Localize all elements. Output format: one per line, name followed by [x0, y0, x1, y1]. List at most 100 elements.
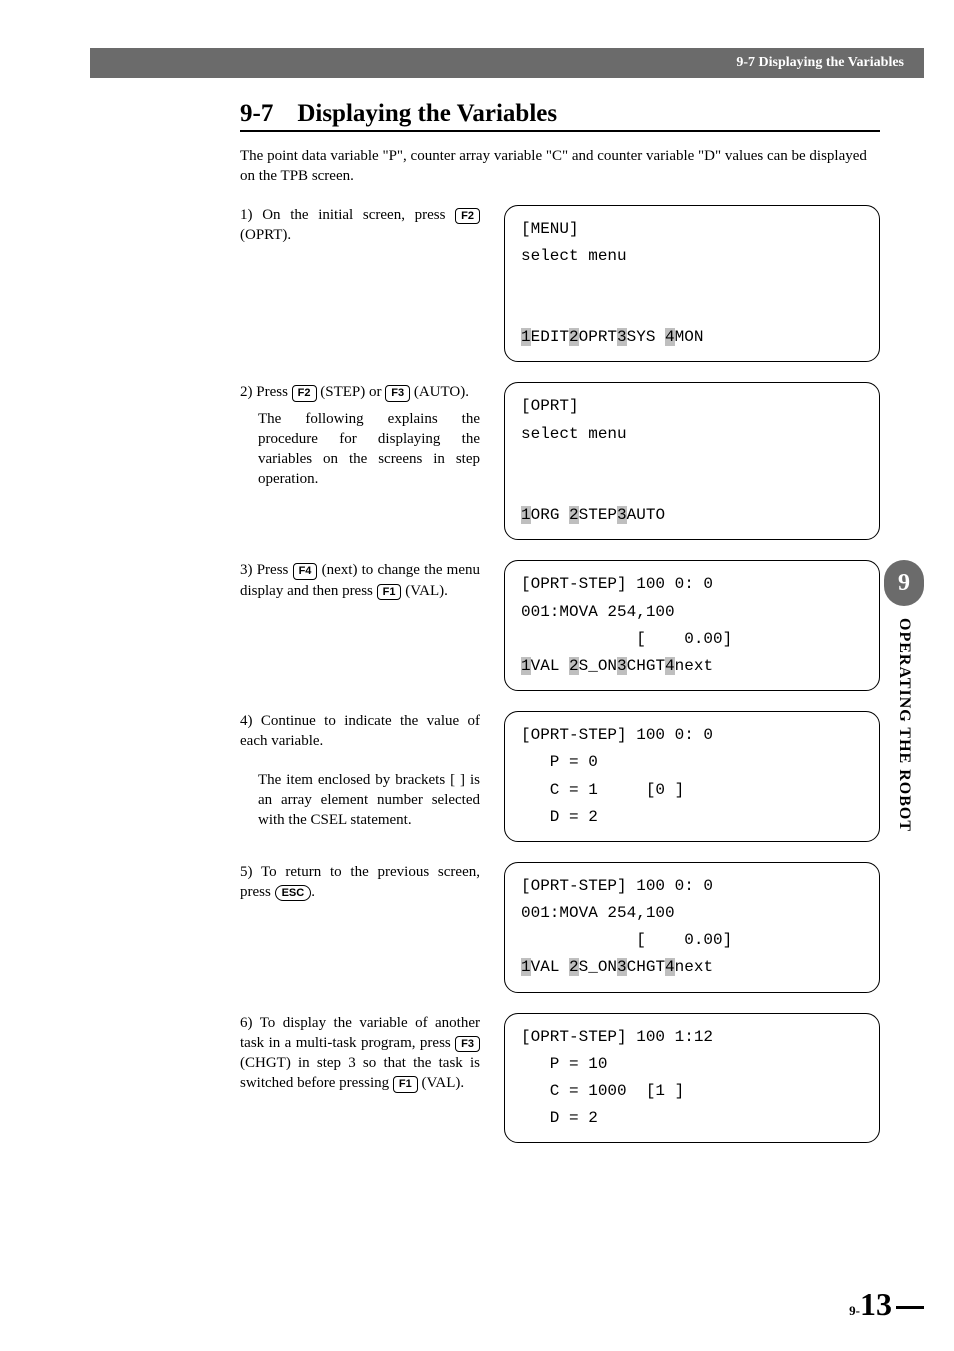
sc3-key-2: 2: [569, 657, 579, 675]
step-3-pre: Press: [257, 562, 293, 578]
sc6-l4: D = 2: [521, 1109, 598, 1127]
sc5-l3: [ 0.00]: [521, 931, 732, 949]
step-3: 3) Press F4 (next) to change the menu di…: [240, 560, 880, 691]
step-3-text: 3) Press F4 (next) to change the menu di…: [240, 560, 480, 601]
screen-oprt-step-2: [OPRT-STEP] 100 0: 0 P = 0 C = 1 [0 ] D …: [504, 711, 880, 842]
step-2-mid1: (STEP) or: [317, 384, 386, 400]
screen-menu-l2: select menu: [521, 247, 627, 265]
section-title: 9-7 Displaying the Variables: [240, 100, 880, 132]
f1-key: F1: [377, 584, 402, 600]
sc3-l2: 001:MOVA 254,100: [521, 603, 675, 621]
f2-key: F2: [292, 385, 317, 401]
esc-key: ESC: [275, 885, 312, 901]
sc3-key-4: 4: [665, 657, 675, 675]
screen-oprt-step-1: [OPRT-STEP] 100 0: 0 001:MOVA 254,100 [ …: [504, 560, 880, 691]
sc5-l2: 001:MOVA 254,100: [521, 904, 675, 922]
step-6: 6) To display the variable of another ta…: [240, 1013, 880, 1144]
f4-key: F4: [293, 563, 318, 579]
sc3-key-3: 3: [617, 657, 627, 675]
step-1-pre: On the initial screen, press: [262, 207, 455, 223]
sc5-key-1: 1: [521, 958, 531, 976]
screen-oprt: [OPRT] select menu 1ORG 2STEP3AUTO: [504, 382, 880, 540]
intro-text: The point data variable "P", counter arr…: [240, 146, 880, 187]
step-5-number: 5): [240, 864, 253, 880]
oprt-auto: AUTO: [627, 506, 665, 524]
oprt-key-1: 1: [521, 506, 531, 524]
step-4-text: 4) Continue to indicate the value of eac…: [240, 711, 480, 830]
sc5-key-3: 3: [617, 958, 627, 976]
sc5-son: S_ON: [579, 958, 617, 976]
step-2-text: 2) Press F2 (STEP) or F3 (AUTO). The fol…: [240, 382, 480, 489]
menu-oprt: OPRT: [579, 328, 617, 346]
menu-key-2: 2: [569, 328, 579, 346]
menu-sys: SYS: [627, 328, 665, 346]
sc4-l3: C = 1 [0 ]: [521, 781, 684, 799]
step-2-post: (AUTO).: [410, 384, 469, 400]
page-line-decoration: [896, 1306, 924, 1309]
menu-key-3: 3: [617, 328, 627, 346]
sc5-chgt: CHGT: [627, 958, 665, 976]
header-bar: 9-7 Displaying the Variables: [90, 48, 924, 78]
sc3-next: next: [675, 657, 713, 675]
menu-edit: EDIT: [531, 328, 569, 346]
oprt-org: ORG: [531, 506, 569, 524]
screen-oprt-step-4: [OPRT-STEP] 100 1:12 P = 10 C = 1000 [1 …: [504, 1013, 880, 1144]
sc4-l2: P = 0: [521, 753, 598, 771]
breadcrumb: 9-7 Displaying the Variables: [736, 55, 904, 71]
screen-oprt-step-3: [OPRT-STEP] 100 0: 0 001:MOVA 254,100 [ …: [504, 862, 880, 993]
f3-key: F3: [385, 385, 410, 401]
screen-menu-l1: [MENU]: [521, 220, 579, 238]
step-2-number: 2): [240, 384, 253, 400]
sc5-l1: [OPRT-STEP] 100 0: 0: [521, 877, 713, 895]
screen-menu: [MENU] select menu 1EDIT2OPRT3SYS 4MON: [504, 205, 880, 363]
step-6-number: 6): [240, 1015, 253, 1031]
f2-key: F2: [455, 208, 480, 224]
sc4-l4: D = 2: [521, 808, 598, 826]
sc6-l3: C = 1000 [1 ]: [521, 1082, 684, 1100]
step-1: 1) On the initial screen, press F2 (OPRT…: [240, 205, 880, 363]
step-5-text: 5) To return to the previous screen, pre…: [240, 862, 480, 903]
step-4: 4) Continue to indicate the value of eac…: [240, 711, 880, 842]
section-number: 9-7: [240, 100, 273, 127]
step-1-text: 1) On the initial screen, press F2 (OPRT…: [240, 205, 480, 246]
step-6-post: (VAL).: [418, 1075, 464, 1091]
side-tab: 9 OPERATING THE ROBOT: [884, 560, 924, 832]
step-5-post: .: [311, 884, 315, 900]
f1-key: F1: [393, 1076, 418, 1092]
menu-key-4: 4: [665, 328, 675, 346]
sc3-val: VAL: [531, 657, 569, 675]
menu-key-1: 1: [521, 328, 531, 346]
sc3-l1: [OPRT-STEP] 100 0: 0: [521, 575, 713, 593]
step-2: 2) Press F2 (STEP) or F3 (AUTO). The fol…: [240, 382, 880, 540]
step-6-text: 6) To display the variable of another ta…: [240, 1013, 480, 1094]
oprt-key-2: 2: [569, 506, 579, 524]
step-3-post: (VAL).: [401, 583, 447, 599]
main-content: 9-7 Displaying the Variables The point da…: [240, 100, 880, 1163]
menu-mon: MON: [675, 328, 704, 346]
sc6-l1: [OPRT-STEP] 100 1:12: [521, 1028, 713, 1046]
sc3-key-1: 1: [521, 657, 531, 675]
sc3-l3: [ 0.00]: [521, 630, 732, 648]
section-title-text: Displaying the Variables: [297, 100, 557, 127]
sc5-next: next: [675, 958, 713, 976]
step-2-pre: Press: [256, 384, 291, 400]
step-3-number: 3): [240, 562, 253, 578]
chapter-badge: 9: [884, 560, 924, 606]
step-4-number: 4): [240, 713, 253, 729]
sc6-l2: P = 10: [521, 1055, 607, 1073]
screen-oprt-l2: select menu: [521, 425, 627, 443]
step-6-pre: To display the variable of another task …: [240, 1015, 480, 1051]
sc5-key-2: 2: [569, 958, 579, 976]
sc5-val: VAL: [531, 958, 569, 976]
step-1-number: 1): [240, 207, 253, 223]
page-prefix: 9-: [849, 1303, 860, 1319]
sc3-son: S_ON: [579, 657, 617, 675]
page-num-value: 13: [860, 1286, 892, 1323]
page-number: 9-13: [849, 1286, 892, 1323]
step-4-main: Continue to indicate the value of each v…: [240, 713, 480, 749]
sc3-chgt: CHGT: [627, 657, 665, 675]
screen-oprt-l1: [OPRT]: [521, 397, 579, 415]
chapter-label: OPERATING THE ROBOT: [895, 618, 913, 832]
sc5-key-4: 4: [665, 958, 675, 976]
oprt-key-3: 3: [617, 506, 627, 524]
